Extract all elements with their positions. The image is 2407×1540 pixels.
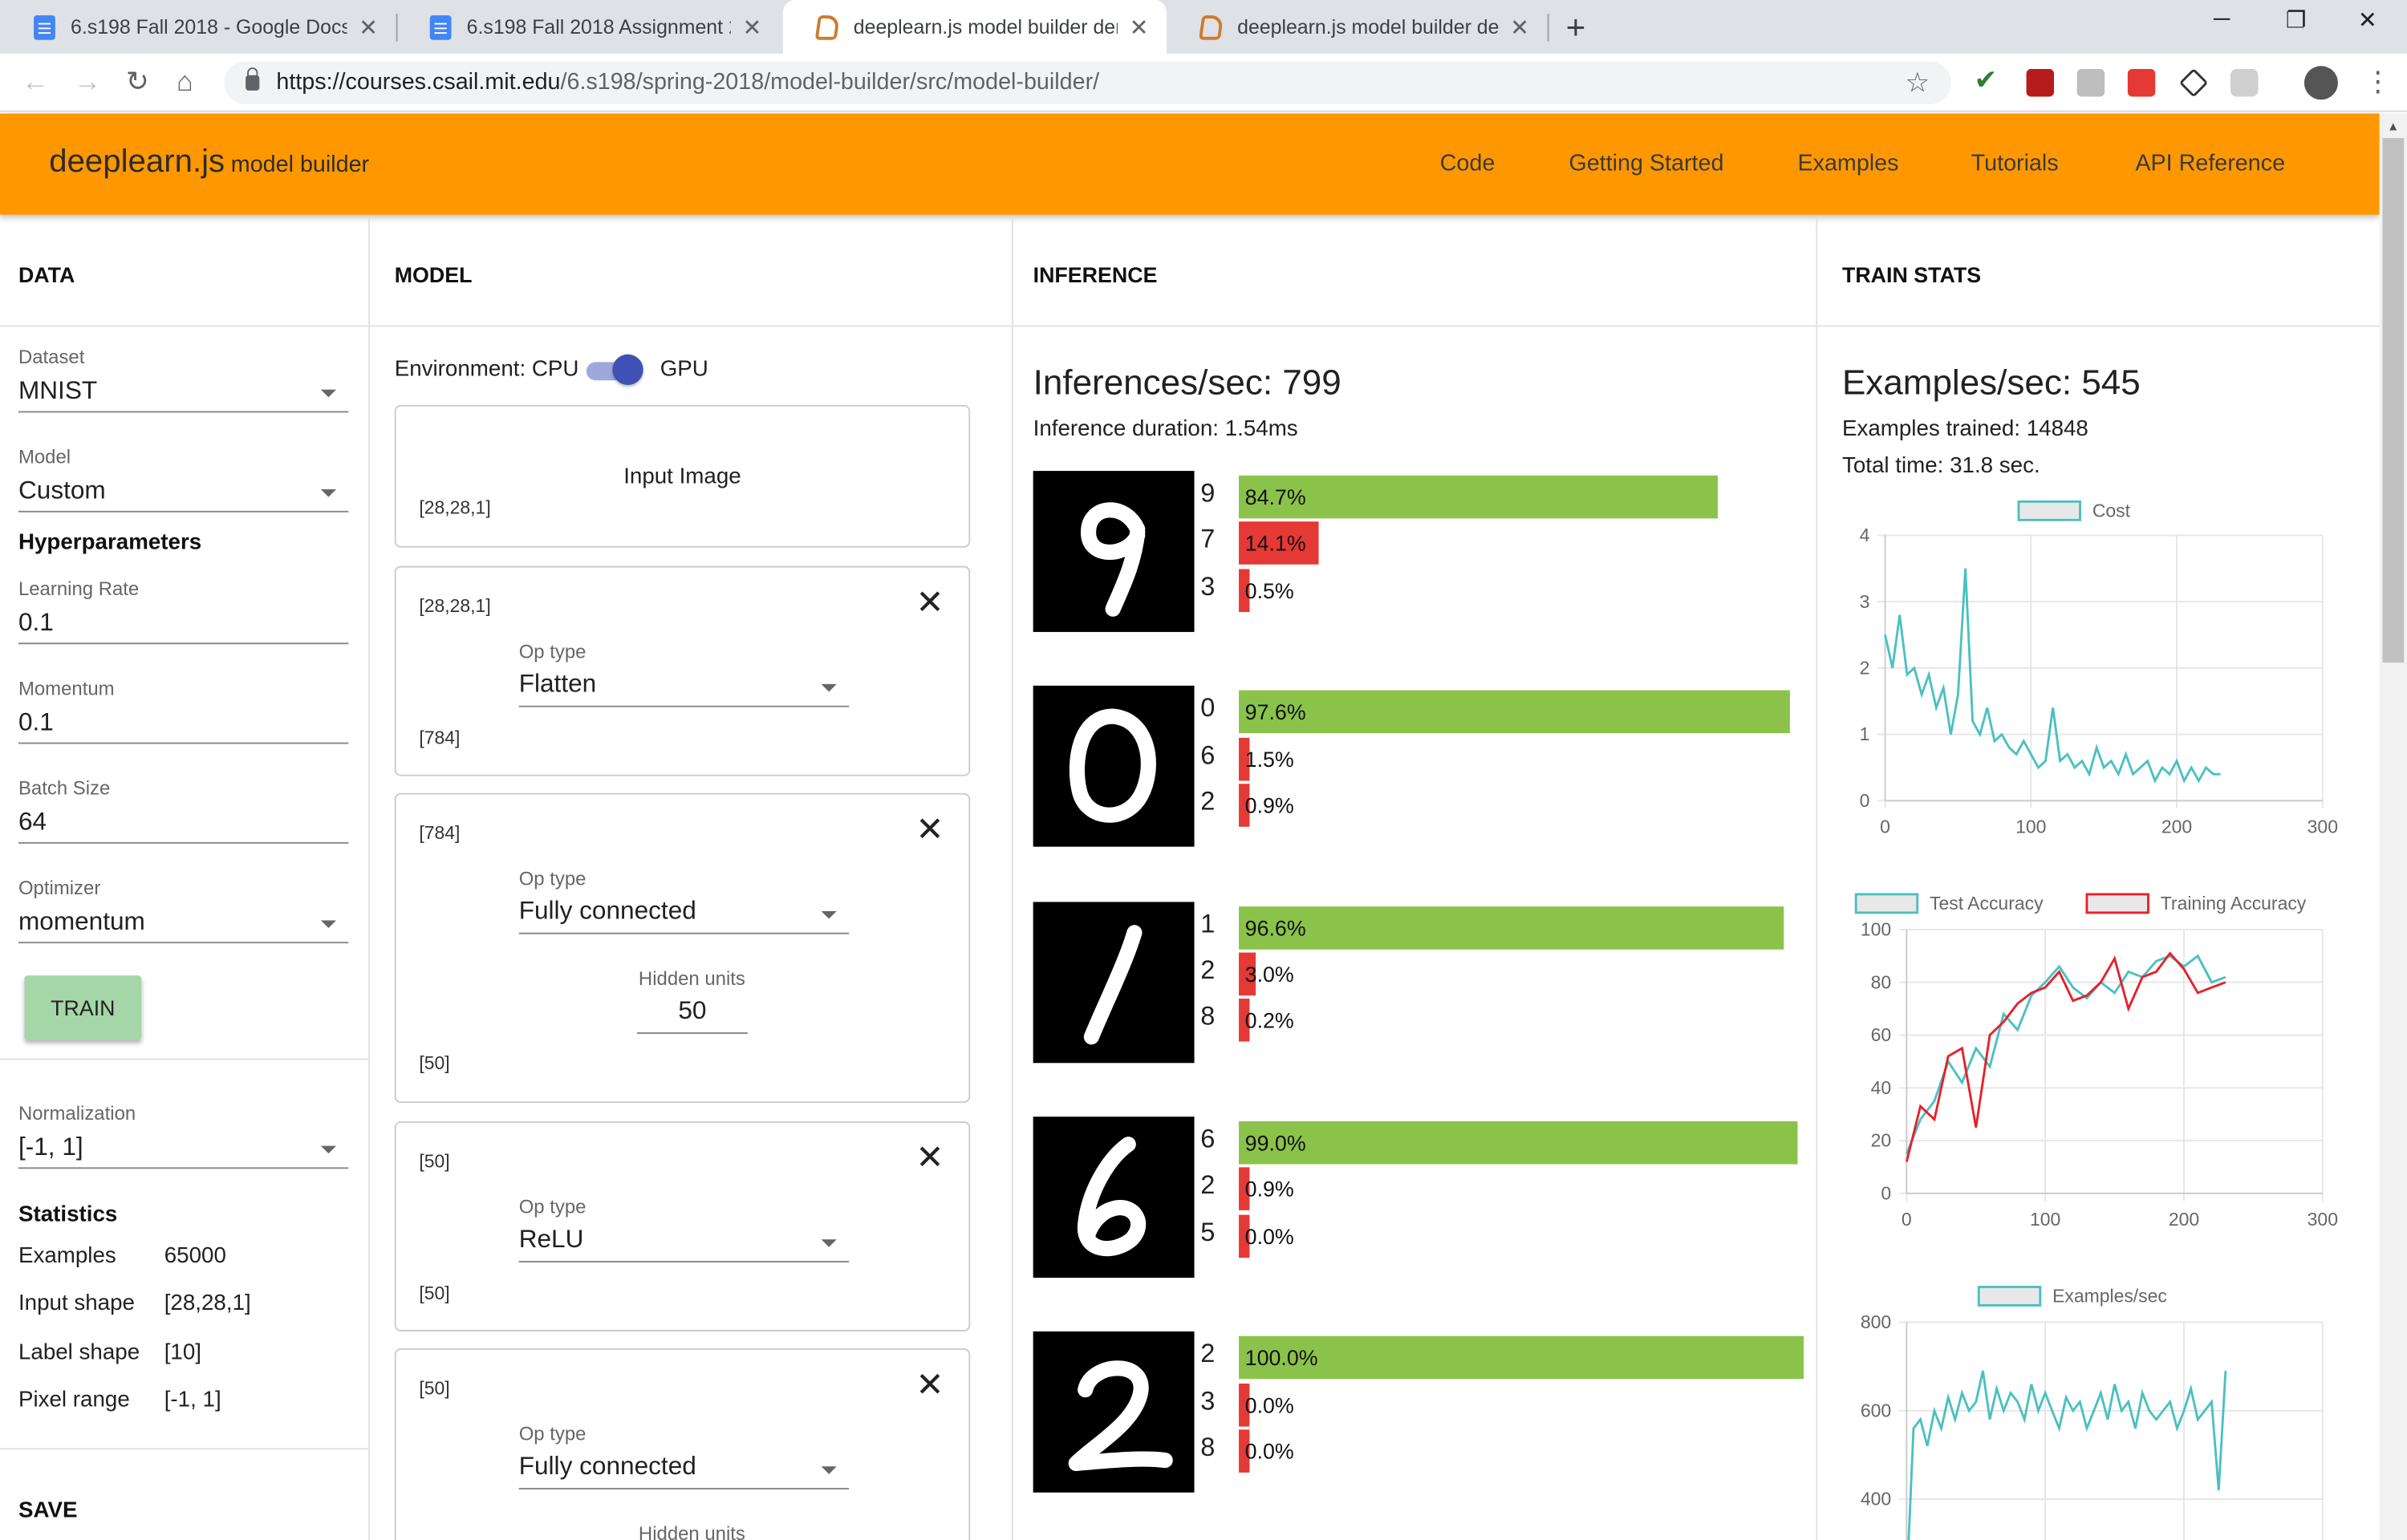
series-line	[1905, 951, 2226, 1162]
legend-swatch	[2017, 500, 2081, 521]
series-line	[1907, 1370, 2227, 1540]
legend-swatch	[1854, 893, 1919, 914]
x-tick-label: 100	[2030, 1209, 2060, 1230]
y-tick-label: 0	[1860, 790, 1870, 811]
x-tick-label: 100	[2015, 816, 2046, 837]
train-charts: 012340 100 200 300Cost0204060801000 100 200 30…	[1854, 500, 2338, 1540]
y-tick-label: 2	[1860, 658, 1870, 679]
legend-swatch	[1977, 1286, 2042, 1307]
x-tick-label: 200	[2161, 816, 2192, 837]
y-tick-label: 0	[1881, 1183, 1891, 1204]
x-tick-label: 0	[1880, 816, 1890, 837]
x-tick-label: 0	[1902, 1209, 1912, 1230]
legend-label: Test Accuracy	[1930, 893, 2044, 914]
x-tick-label: 200	[2169, 1209, 2199, 1230]
x-tick-label: 300	[2308, 1209, 2338, 1230]
legend-label: Examples/sec	[2052, 1286, 2167, 1307]
y-tick-label: 80	[1871, 971, 1892, 992]
y-tick-label: 800	[1861, 1311, 1891, 1332]
legend-label: Training Accuracy	[2161, 893, 2307, 914]
y-tick-label: 20	[1871, 1130, 1892, 1151]
x-tick-label: 300	[2308, 816, 2338, 837]
legend-label: Cost	[2092, 500, 2131, 521]
y-tick-label: 60	[1871, 1024, 1892, 1045]
y-tick-label: 1	[1860, 723, 1870, 744]
y-tick-label: 3	[1860, 591, 1870, 612]
y-tick-label: 400	[1861, 1489, 1891, 1510]
y-tick-label: 600	[1861, 1400, 1891, 1420]
y-tick-label: 40	[1871, 1077, 1892, 1098]
legend-swatch	[2085, 893, 2149, 914]
series-line	[1884, 568, 2221, 784]
y-tick-label: 4	[1860, 525, 1870, 545]
y-tick-label: 100	[1861, 919, 1891, 940]
